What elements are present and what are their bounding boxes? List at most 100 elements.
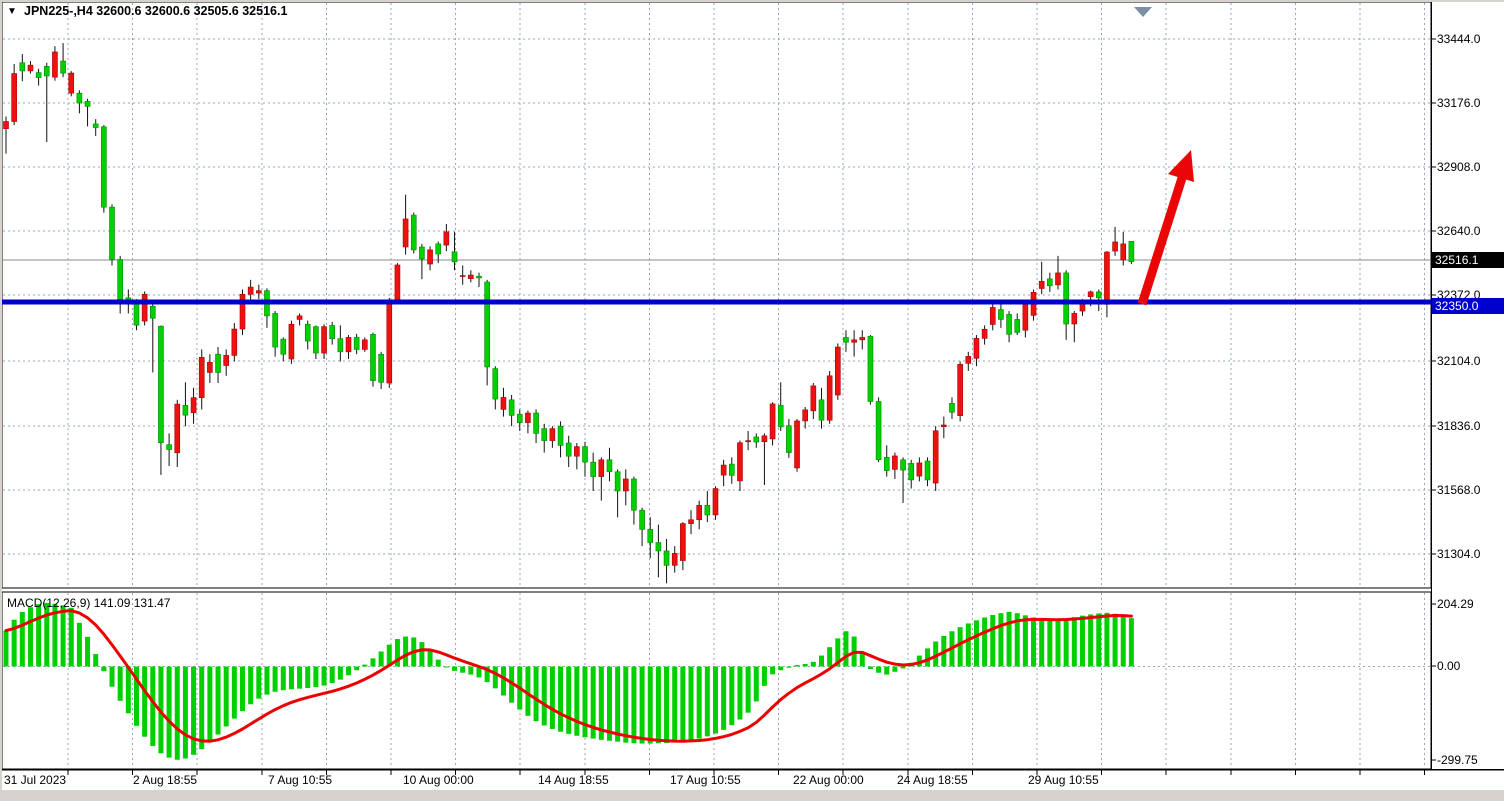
macd-bar	[778, 667, 783, 671]
macd-bar	[623, 667, 628, 743]
macd-bar	[729, 667, 734, 726]
candle	[101, 127, 106, 207]
candle	[615, 472, 620, 491]
candle	[705, 505, 710, 515]
candle	[1064, 273, 1069, 324]
candle	[52, 52, 57, 77]
time-axis-label[interactable]: 14 Aug 18:55	[538, 772, 609, 788]
candle	[142, 294, 147, 321]
price-axis-label: 32104.0	[1437, 353, 1480, 369]
price-axis-label: 32640.0	[1437, 223, 1480, 239]
macd-bar	[672, 667, 677, 743]
macd-bar	[901, 667, 906, 669]
candle	[550, 429, 555, 441]
macd-bar	[819, 656, 824, 667]
candle	[362, 340, 367, 350]
macd-bar	[69, 608, 74, 667]
candle	[966, 356, 971, 363]
candle	[640, 510, 645, 529]
candle	[803, 410, 808, 421]
candle	[901, 460, 906, 470]
macd-bar	[811, 662, 816, 667]
macd-bar	[770, 667, 775, 675]
symbol-dropdown-icon[interactable]: ▼	[7, 4, 17, 20]
candle	[419, 247, 424, 259]
macd-indicator-label: MACD(12,26,9) 141.09 131.47	[7, 595, 170, 611]
macd-bar	[493, 667, 498, 689]
macd-bar	[126, 667, 131, 714]
macd-bar	[558, 667, 563, 732]
candle	[493, 369, 498, 399]
candle	[925, 461, 930, 480]
macd-bar	[281, 667, 286, 691]
macd-bar	[264, 667, 269, 695]
candle	[762, 436, 767, 442]
macd-bar	[542, 667, 547, 726]
candle	[61, 61, 66, 73]
time-axis-label[interactable]: 29 Aug 10:55	[1028, 772, 1099, 788]
level-price-tag[interactable]: 32350.0	[1432, 298, 1504, 314]
macd-bar	[338, 667, 343, 680]
macd-bar	[428, 650, 433, 666]
candle	[158, 326, 163, 443]
macd-bar	[982, 618, 987, 667]
time-axis-label[interactable]: 7 Aug 10:55	[268, 772, 332, 788]
macd-axis-label: 0.00	[1437, 658, 1460, 674]
macd-bar	[93, 654, 98, 666]
macd-bar	[1023, 615, 1028, 666]
macd-bar	[631, 667, 636, 744]
price-axis-label: 31836.0	[1437, 418, 1480, 434]
macd-bar	[1039, 619, 1044, 666]
candle	[574, 447, 579, 457]
time-axis-label[interactable]: 17 Aug 10:55	[670, 772, 741, 788]
candle	[460, 276, 465, 277]
candle	[183, 405, 188, 415]
macd-bar	[1113, 614, 1118, 667]
candle	[566, 443, 571, 456]
candle	[778, 405, 783, 427]
candle	[623, 479, 628, 491]
candle	[1055, 273, 1060, 285]
macd-bar	[656, 667, 661, 744]
candle	[542, 429, 547, 441]
macd-bar	[142, 667, 147, 737]
time-axis-label[interactable]: 2 Aug 18:55	[133, 772, 197, 788]
macd-bar	[607, 667, 612, 741]
candle	[338, 339, 343, 352]
macd-bar	[199, 667, 204, 750]
candle	[941, 425, 946, 427]
macd-bar	[648, 667, 653, 744]
macd-bar	[232, 667, 237, 719]
macd-bar	[20, 612, 25, 667]
macd-bar	[1129, 618, 1134, 666]
candle	[1104, 252, 1109, 304]
macd-bar	[273, 667, 278, 692]
candle	[843, 337, 848, 342]
chart-canvas[interactable]	[0, 0, 1504, 801]
candle	[1015, 319, 1020, 332]
time-axis-label[interactable]: 31 Jul 2023	[4, 772, 66, 788]
candle	[534, 413, 539, 433]
macd-bar	[297, 667, 302, 689]
time-axis-label[interactable]: 24 Aug 18:55	[897, 772, 968, 788]
time-axis-label[interactable]: 10 Aug 00:00	[403, 772, 474, 788]
price-axis-label: 33444.0	[1437, 31, 1480, 47]
candle	[770, 404, 775, 439]
macd-axis-label: -299.75	[1437, 752, 1478, 768]
candle	[852, 340, 857, 342]
candle	[485, 282, 490, 367]
macd-bar	[1072, 617, 1077, 666]
candle	[583, 447, 588, 463]
macd-bar	[289, 667, 294, 690]
candle	[379, 354, 384, 382]
candle	[452, 252, 457, 262]
support-level-line[interactable]	[2, 300, 1431, 305]
candle	[1039, 281, 1044, 288]
candle	[729, 464, 734, 475]
macd-bar	[998, 613, 1003, 666]
candle	[444, 232, 449, 245]
candle	[191, 398, 196, 413]
candle	[330, 325, 335, 338]
time-axis-label[interactable]: 22 Aug 00:00	[793, 772, 864, 788]
candle	[746, 441, 751, 442]
